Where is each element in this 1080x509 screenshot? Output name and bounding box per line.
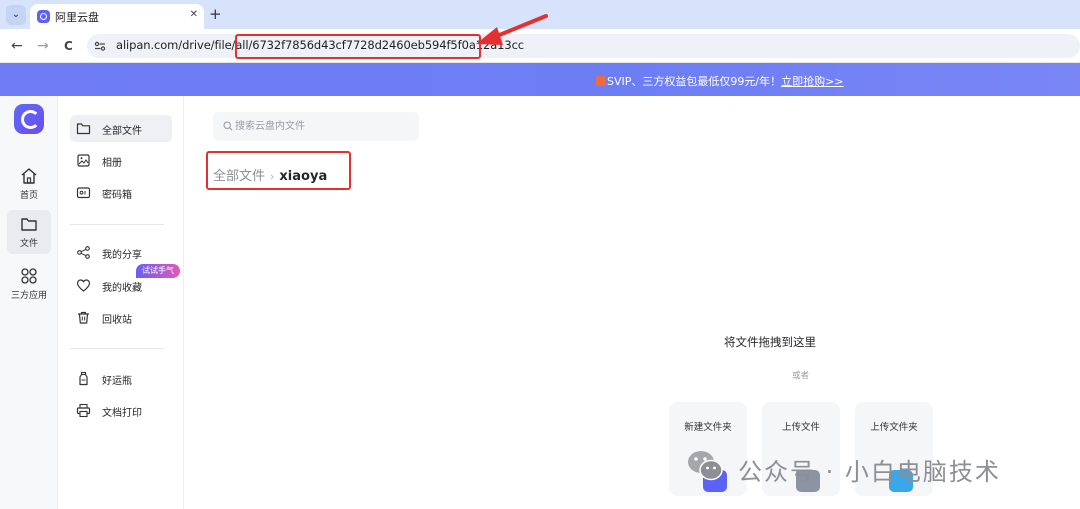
bottle-icon [79, 371, 88, 386]
rail-item-files[interactable]: 文件 [7, 210, 51, 254]
sidebar-label: 密码箱 [102, 190, 132, 201]
search-input[interactable] [235, 118, 411, 135]
drop-zone-or: 或者 [792, 371, 810, 381]
sidebar-label: 文档打印 [102, 408, 142, 419]
folder-icon [21, 218, 37, 231]
home-icon [21, 168, 37, 184]
promo-banner: SVIP、三方权益包最低仅99元/年！立即抢购>> [0, 63, 1080, 96]
sidebar-label: 全部文件 [102, 126, 142, 137]
trash-icon [78, 311, 89, 324]
promo-banner-text: SVIP、三方权益包最低仅99元/年！立即抢购>> [596, 73, 844, 89]
sidebar-label: 回收站 [102, 315, 132, 326]
search-box[interactable] [213, 112, 419, 141]
rail-item-home[interactable]: 首页 [7, 162, 51, 206]
drop-zone-title: 将文件拖拽到这里 [724, 335, 816, 349]
watermark: 公众号 · 小白电脑技术 [686, 448, 1056, 488]
sidebar-item-lucky-bottle[interactable]: 好运瓶 [70, 365, 172, 392]
new-folder-label: 新建文件夹 [684, 422, 732, 433]
rail-item-apps[interactable]: 三方应用 [7, 262, 51, 306]
alipan-logo-icon[interactable] [14, 104, 44, 134]
safe-icon [76, 187, 91, 199]
rail-label-files: 文件 [19, 239, 38, 249]
sidebar-label: 好运瓶 [102, 376, 132, 387]
sidebar-label: 我的分享 [102, 250, 142, 261]
share-icon [77, 246, 90, 259]
sidebar-item-print[interactable]: 文档打印 [70, 397, 172, 424]
apps-icon [21, 268, 37, 284]
watermark-text: 公众号 · 小白电脑技术 [738, 458, 1001, 486]
printer-icon [76, 403, 91, 418]
photo-icon [77, 154, 90, 167]
wechat-logo-icon [688, 451, 723, 481]
sidebar-divider [70, 348, 164, 349]
app-rail: 首页 文件 三方应用 [0, 96, 58, 509]
file-sidebar: 全部文件 相册 密码箱 我的分享 我的收藏 回收站 好运瓶 文档打印 [58, 96, 184, 509]
upload-file-label: 上传文件 [781, 422, 820, 433]
sidebar-item-all-files[interactable]: 全部文件 [70, 115, 172, 142]
try-luck-badge: 试试手气 [136, 264, 180, 278]
sidebar-item-photos[interactable]: 相册 [70, 147, 172, 174]
folder-icon [76, 123, 91, 135]
sidebar-item-safe[interactable]: 密码箱 [70, 179, 172, 206]
upload-folder-label: 上传文件夹 [870, 422, 918, 433]
sidebar-divider [70, 224, 164, 225]
breadcrumb-highlight-box [206, 151, 351, 190]
sidebar-label: 我的收藏 [102, 283, 142, 294]
sidebar-label: 相册 [102, 158, 122, 169]
rail-label-apps: 三方应用 [10, 291, 47, 301]
search-icon [223, 121, 233, 131]
rail-label-home: 首页 [19, 191, 38, 201]
promo-buy-link[interactable]: 立即抢购>> [781, 75, 843, 88]
sidebar-item-shares[interactable]: 我的分享 [70, 239, 172, 266]
svip-badge-icon [596, 76, 606, 86]
promo-text: SVIP、三方权益包最低仅99元/年！ [607, 75, 782, 88]
sidebar-item-recycle-bin[interactable]: 回收站 [70, 304, 172, 331]
heart-icon [76, 279, 91, 292]
